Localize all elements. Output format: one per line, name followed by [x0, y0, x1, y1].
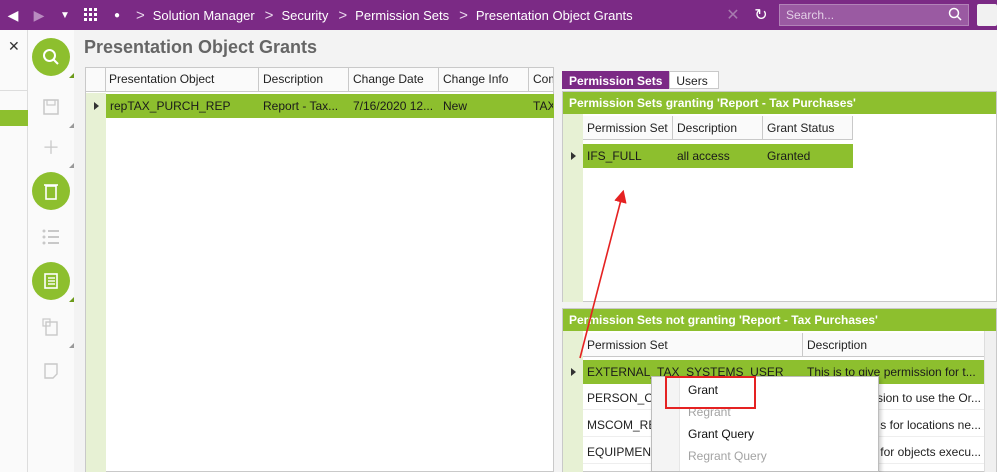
chevron-right-icon: >	[136, 6, 145, 24]
page-title: Presentation Object Grants	[84, 37, 318, 57]
column-header[interactable]: Change Info	[439, 68, 529, 91]
user-avatar-icon[interactable]	[977, 4, 997, 26]
command-toolbar: ＋	[28, 30, 74, 472]
column-header[interactable]: Permission Set	[583, 333, 803, 356]
column-header[interactable]: Grant Status	[763, 116, 853, 139]
cell-presentation-object: repTAX_PURCH_REP	[110, 99, 231, 113]
detail-tabs: Permission Sets Users	[562, 71, 720, 89]
cell-change-date: 7/16/2020 12...	[353, 99, 434, 113]
note-tool-icon[interactable]	[32, 352, 70, 390]
column-header[interactable]: Description	[803, 333, 985, 356]
menu-item-grant-query[interactable]: Grant Query	[688, 427, 754, 441]
close-icon[interactable]: ✕	[719, 0, 747, 30]
highlight-box	[665, 376, 756, 409]
current-row-indicator-icon	[571, 368, 576, 376]
breadcrumb-item-security[interactable]: > Security	[265, 7, 329, 24]
header-spacer	[86, 68, 106, 91]
corner-indicator	[69, 73, 74, 78]
row-selector-column	[86, 93, 106, 472]
search-box[interactable]	[779, 4, 969, 26]
column-header[interactable]: Presentation Object	[106, 68, 259, 91]
breadcrumb-label: Solution Manager	[152, 7, 255, 23]
breadcrumb-item-solution-manager[interactable]: > Solution Manager	[136, 7, 255, 24]
app-window: ◀ ▶ ▼ ● > Solution Manager > Security > Per…	[0, 0, 997, 472]
chevron-right-icon: >	[338, 6, 348, 24]
tab-permission-sets[interactable]: Permission Sets	[562, 71, 670, 89]
breadcrumb: > Solution Manager > Security > Permission …	[136, 7, 643, 24]
tab-users[interactable]: Users	[669, 71, 720, 89]
copy-tool-icon[interactable]	[32, 308, 74, 348]
grid-header: Permission Set Description	[583, 333, 985, 357]
search-icon[interactable]	[948, 7, 962, 24]
left-side-strip: ✕	[0, 30, 28, 472]
search-tool-button[interactable]	[32, 38, 74, 78]
add-tool-icon[interactable]: ＋	[32, 128, 74, 168]
home-dot-icon[interactable]: ●	[104, 0, 130, 30]
grid-header: Permission Set Description Grant Status	[583, 116, 853, 140]
column-header[interactable]: Com	[529, 68, 553, 91]
table-row[interactable]: IFS_FULL all access Granted	[583, 144, 853, 168]
cell-com: TAX	[533, 99, 553, 113]
menu-item-regrant-query: Regrant Query	[688, 449, 767, 463]
search-input[interactable]	[786, 8, 948, 22]
save-tool-icon[interactable]	[32, 88, 74, 128]
divider	[0, 90, 28, 91]
column-header[interactable]: Change Date	[349, 68, 439, 91]
breadcrumb-label: Security	[281, 7, 329, 23]
grid-header: Presentation Object Description Change D…	[86, 68, 553, 92]
top-navigation-bar: ◀ ▶ ▼ ● > Solution Manager > Security > Per…	[0, 0, 997, 30]
close-panel-icon[interactable]: ✕	[8, 38, 20, 55]
presentation-object-grid: Presentation Object Description Change D…	[85, 67, 554, 472]
current-row-indicator-icon	[94, 102, 99, 110]
cell-change-info: New	[443, 99, 468, 113]
corner-indicator	[69, 297, 74, 302]
breadcrumb-item-presentation-object-grants[interactable]: > Presentation Object Grants	[459, 7, 633, 24]
granting-panel: Permission Sets granting 'Report - Tax P…	[562, 91, 997, 302]
breadcrumb-label: Presentation Object Grants	[475, 7, 633, 23]
list-tool-icon[interactable]	[32, 218, 70, 256]
row-selector-column	[563, 114, 583, 302]
current-row-indicator-icon	[571, 152, 576, 160]
row-selector-column	[563, 331, 583, 472]
panel-title: Permission Sets granting 'Report - Tax P…	[563, 92, 996, 114]
column-header[interactable]: Description	[673, 116, 763, 139]
breadcrumb-item-permission-sets[interactable]: > Permission Sets	[338, 7, 449, 24]
delete-tool-button[interactable]	[32, 172, 70, 210]
corner-indicator	[69, 343, 74, 348]
forward-icon[interactable]: ▶	[26, 0, 52, 30]
column-header[interactable]: Permission Set	[583, 116, 673, 139]
cell-description: all access	[677, 149, 730, 163]
cell-permission-set: IFS_FULL	[587, 149, 642, 163]
chevron-right-icon: >	[264, 6, 274, 24]
corner-indicator	[69, 163, 74, 168]
panel-title: Permission Sets not granting 'Report - T…	[563, 309, 996, 331]
breadcrumb-label: Permission Sets	[355, 7, 450, 23]
refresh-icon[interactable]: ↻	[747, 0, 775, 30]
vertical-scrollbar[interactable]	[984, 331, 996, 472]
cell-grant-status: Granted	[767, 149, 811, 163]
apps-grid-icon[interactable]	[78, 0, 104, 30]
back-icon[interactable]: ◀	[0, 0, 26, 30]
active-marker	[0, 110, 28, 126]
details-tool-button[interactable]	[32, 262, 74, 302]
chevron-right-icon: >	[459, 6, 468, 24]
cell-description: Report - Tax...	[263, 99, 339, 113]
table-row[interactable]: repTAX_PURCH_REP Report - Tax... 7/16/20…	[106, 94, 554, 118]
topbar-right-tools: ✕ ↻	[719, 0, 997, 30]
dropdown-chevron-icon[interactable]: ▼	[52, 0, 78, 30]
column-header[interactable]: Description	[259, 68, 349, 91]
